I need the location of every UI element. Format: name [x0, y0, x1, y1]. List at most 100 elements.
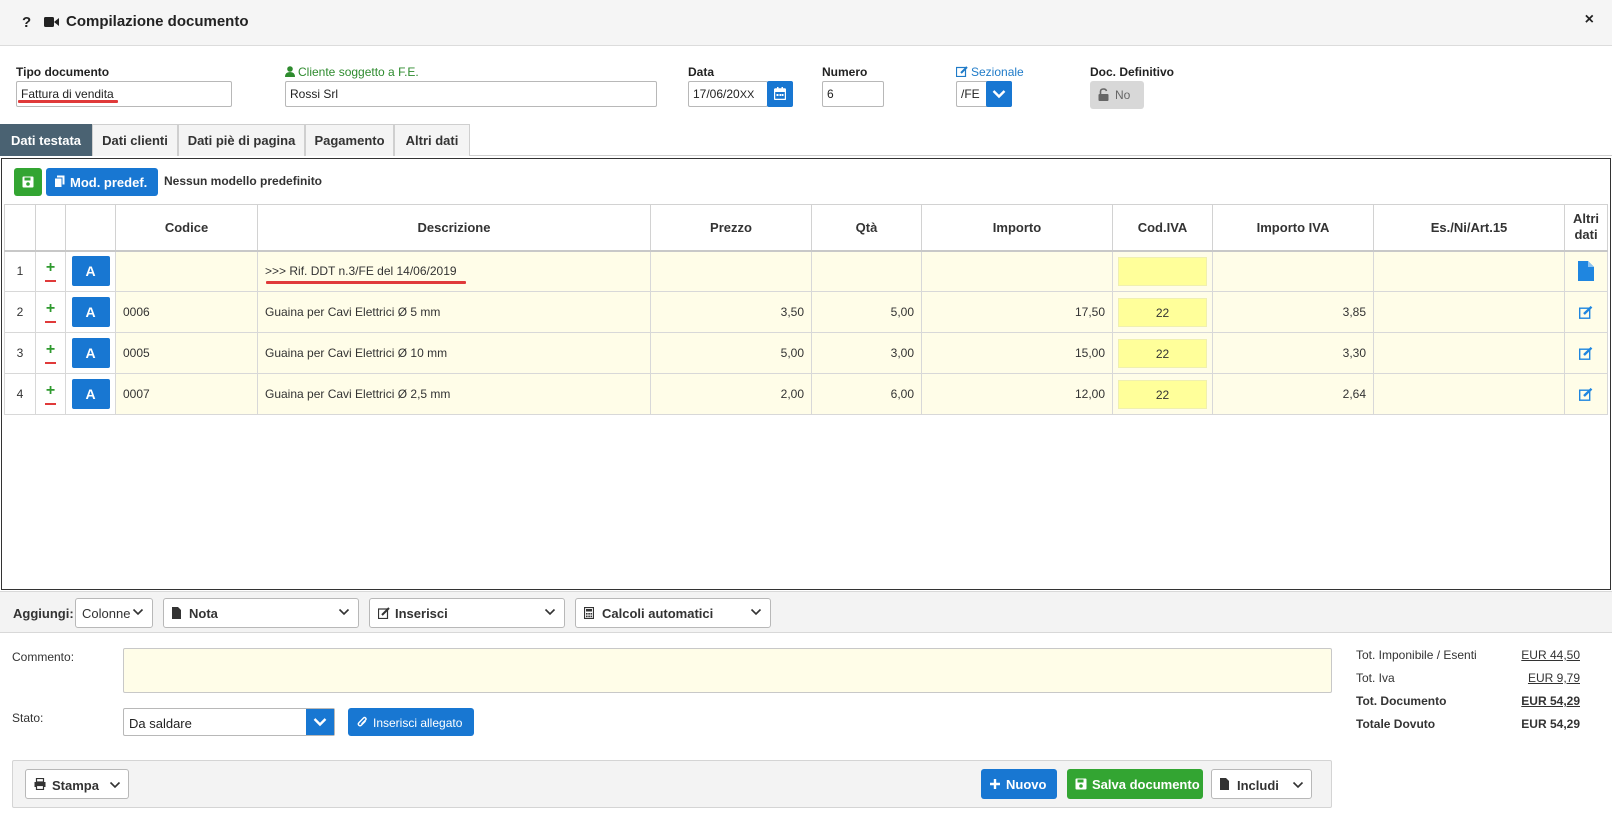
row-add-remove[interactable]: +	[35, 332, 66, 374]
col-es-ni-art15[interactable]: Es./Ni/Art.15	[1373, 204, 1565, 252]
cell-importo[interactable]: 12,00	[921, 373, 1113, 415]
cell-altri-dati[interactable]	[1564, 332, 1608, 374]
tab-dati-clienti[interactable]: Dati clienti	[92, 124, 178, 156]
edit-icon	[1579, 387, 1593, 401]
cell-qta[interactable]	[811, 250, 922, 292]
col-importo[interactable]: Importo	[921, 204, 1113, 252]
row-a-button[interactable]: A	[71, 338, 110, 368]
row-a-button[interactable]: A	[71, 256, 110, 287]
cell-descrizione[interactable]: >>> Rif. DDT n.3/FE del 14/06/2019	[257, 250, 651, 292]
mod-predef-button[interactable]: Mod. predef.	[46, 168, 158, 196]
calendar-button[interactable]	[767, 81, 793, 107]
total-iva: Tot. Iva EUR 9,79	[1356, 671, 1580, 685]
cell-prezzo[interactable]: 2,00	[650, 373, 812, 415]
help-icon[interactable]: ?	[22, 14, 31, 31]
col-prezzo[interactable]: Prezzo	[650, 204, 812, 252]
clear-date[interactable]: XX	[740, 89, 755, 101]
nuovo-button[interactable]: Nuovo	[981, 769, 1057, 799]
col-descrizione[interactable]: Descrizione	[257, 204, 651, 252]
sezionale-label[interactable]: Sezionale	[956, 65, 1024, 79]
table-row: 4 + A 0007 Guaina per Cavi Elettrici Ø 2…	[4, 373, 1608, 415]
numero-label: Numero	[822, 65, 868, 79]
cell-cod-iva[interactable]: 22	[1112, 373, 1213, 415]
footer-toolbar: Stampa Nuovo Salva documento Includi	[12, 760, 1332, 808]
tab-altri-dati[interactable]: Altri dati	[394, 124, 470, 156]
cell-es[interactable]	[1373, 250, 1565, 292]
row-add-remove[interactable]: +	[35, 373, 66, 415]
cell-qta[interactable]: 3,00	[811, 332, 922, 374]
add-toolbar: Aggiungi: Colonne Nota Inserisci Calcoli…	[0, 591, 1612, 633]
tab-dati-pie-di-pagina[interactable]: Dati piè di pagina	[178, 124, 305, 156]
row-add-remove[interactable]: +	[35, 291, 66, 333]
row-a-button[interactable]: A	[71, 297, 110, 327]
video-camera-icon	[44, 16, 60, 28]
row-action[interactable]: A	[65, 250, 116, 292]
row-action[interactable]: A	[65, 332, 116, 374]
row-action[interactable]: A	[65, 291, 116, 333]
doc-definitivo-toggle[interactable]: No	[1090, 81, 1144, 109]
col-altri-dati[interactable]: Altri dati	[1564, 204, 1608, 252]
row-action[interactable]: A	[65, 373, 116, 415]
cell-altri-dati[interactable]	[1564, 291, 1608, 333]
stato-dropdown-button[interactable]	[306, 709, 334, 735]
cell-codice[interactable]: 0007	[115, 373, 258, 415]
cell-codice[interactable]	[115, 250, 258, 292]
cell-codice[interactable]: 0005	[115, 332, 258, 374]
cell-es[interactable]	[1373, 291, 1565, 333]
cliente-field[interactable]: Rossi Srl	[285, 81, 657, 107]
cell-descrizione[interactable]: Guaina per Cavi Elettrici Ø 10 mm	[257, 332, 651, 374]
data-field[interactable]: 17/06/20XX	[688, 81, 768, 107]
floppy-icon	[22, 176, 34, 188]
colonne-dropdown[interactable]: Colonne	[75, 598, 153, 628]
tab-dati-testata[interactable]: Dati testata	[0, 124, 92, 156]
tipo-documento-field[interactable]: Fattura di vendita	[16, 81, 232, 107]
cell-importo[interactable]	[921, 250, 1113, 292]
cell-prezzo[interactable]	[650, 250, 812, 292]
cell-importo-iva[interactable]: 3,30	[1212, 332, 1374, 374]
tab-pagamento[interactable]: Pagamento	[305, 124, 394, 156]
includi-dropdown[interactable]: Includi	[1211, 769, 1312, 799]
row-add-remove[interactable]: +	[35, 250, 66, 292]
stampa-dropdown[interactable]: Stampa	[25, 769, 129, 799]
cell-altri-dati[interactable]	[1564, 250, 1608, 292]
cell-altri-dati[interactable]	[1564, 373, 1608, 415]
cell-codice[interactable]: 0006	[115, 291, 258, 333]
col-qta[interactable]: Qtà	[811, 204, 922, 252]
cell-importo[interactable]: 15,00	[921, 332, 1113, 374]
cell-importo-iva[interactable]: 2,64	[1212, 373, 1374, 415]
tipo-documento-highlight	[18, 100, 118, 103]
cell-importo[interactable]: 17,50	[921, 291, 1113, 333]
cell-descrizione[interactable]: Guaina per Cavi Elettrici Ø 2,5 mm	[257, 373, 651, 415]
cell-cod-iva[interactable]: 22	[1112, 332, 1213, 374]
col-cod-iva[interactable]: Cod.IVA	[1112, 204, 1213, 252]
inserisci-allegato-button[interactable]: Inserisci allegato	[348, 708, 474, 736]
close-icon[interactable]: ×	[1585, 11, 1594, 29]
col-codice[interactable]: Codice	[115, 204, 258, 252]
save-model-button[interactable]	[14, 168, 42, 196]
cell-es[interactable]	[1373, 332, 1565, 374]
sezionale-dropdown-button[interactable]	[986, 81, 1012, 107]
table-row: 3 + A 0005 Guaina per Cavi Elettrici Ø 1…	[4, 332, 1608, 374]
cliente-label: Cliente soggetto a F.E.	[285, 65, 419, 79]
commento-field[interactable]	[123, 648, 1332, 693]
cell-importo-iva[interactable]	[1212, 250, 1374, 292]
cell-qta[interactable]: 5,00	[811, 291, 922, 333]
col-importo-iva[interactable]: Importo IVA	[1212, 204, 1374, 252]
chevron-down-icon	[1292, 781, 1304, 789]
file-icon	[1220, 778, 1229, 790]
cell-qta[interactable]: 6,00	[811, 373, 922, 415]
cell-cod-iva[interactable]	[1112, 250, 1213, 292]
nota-dropdown[interactable]: Nota	[163, 598, 359, 628]
row-a-button[interactable]: A	[71, 379, 110, 409]
cell-descrizione[interactable]: Guaina per Cavi Elettrici Ø 5 mm	[257, 291, 651, 333]
cell-importo-iva[interactable]: 3,85	[1212, 291, 1374, 333]
calcoli-automatici-dropdown[interactable]: Calcoli automatici	[575, 598, 771, 628]
inserisci-dropdown[interactable]: Inserisci	[369, 598, 565, 628]
numero-field[interactable]: 6	[822, 81, 884, 107]
cell-cod-iva[interactable]: 22	[1112, 291, 1213, 333]
cell-prezzo[interactable]: 3,50	[650, 291, 812, 333]
salva-documento-button[interactable]: Salva documento	[1067, 769, 1203, 799]
stato-select[interactable]: Da saldare	[123, 708, 335, 736]
cell-es[interactable]	[1373, 373, 1565, 415]
cell-prezzo[interactable]: 5,00	[650, 332, 812, 374]
